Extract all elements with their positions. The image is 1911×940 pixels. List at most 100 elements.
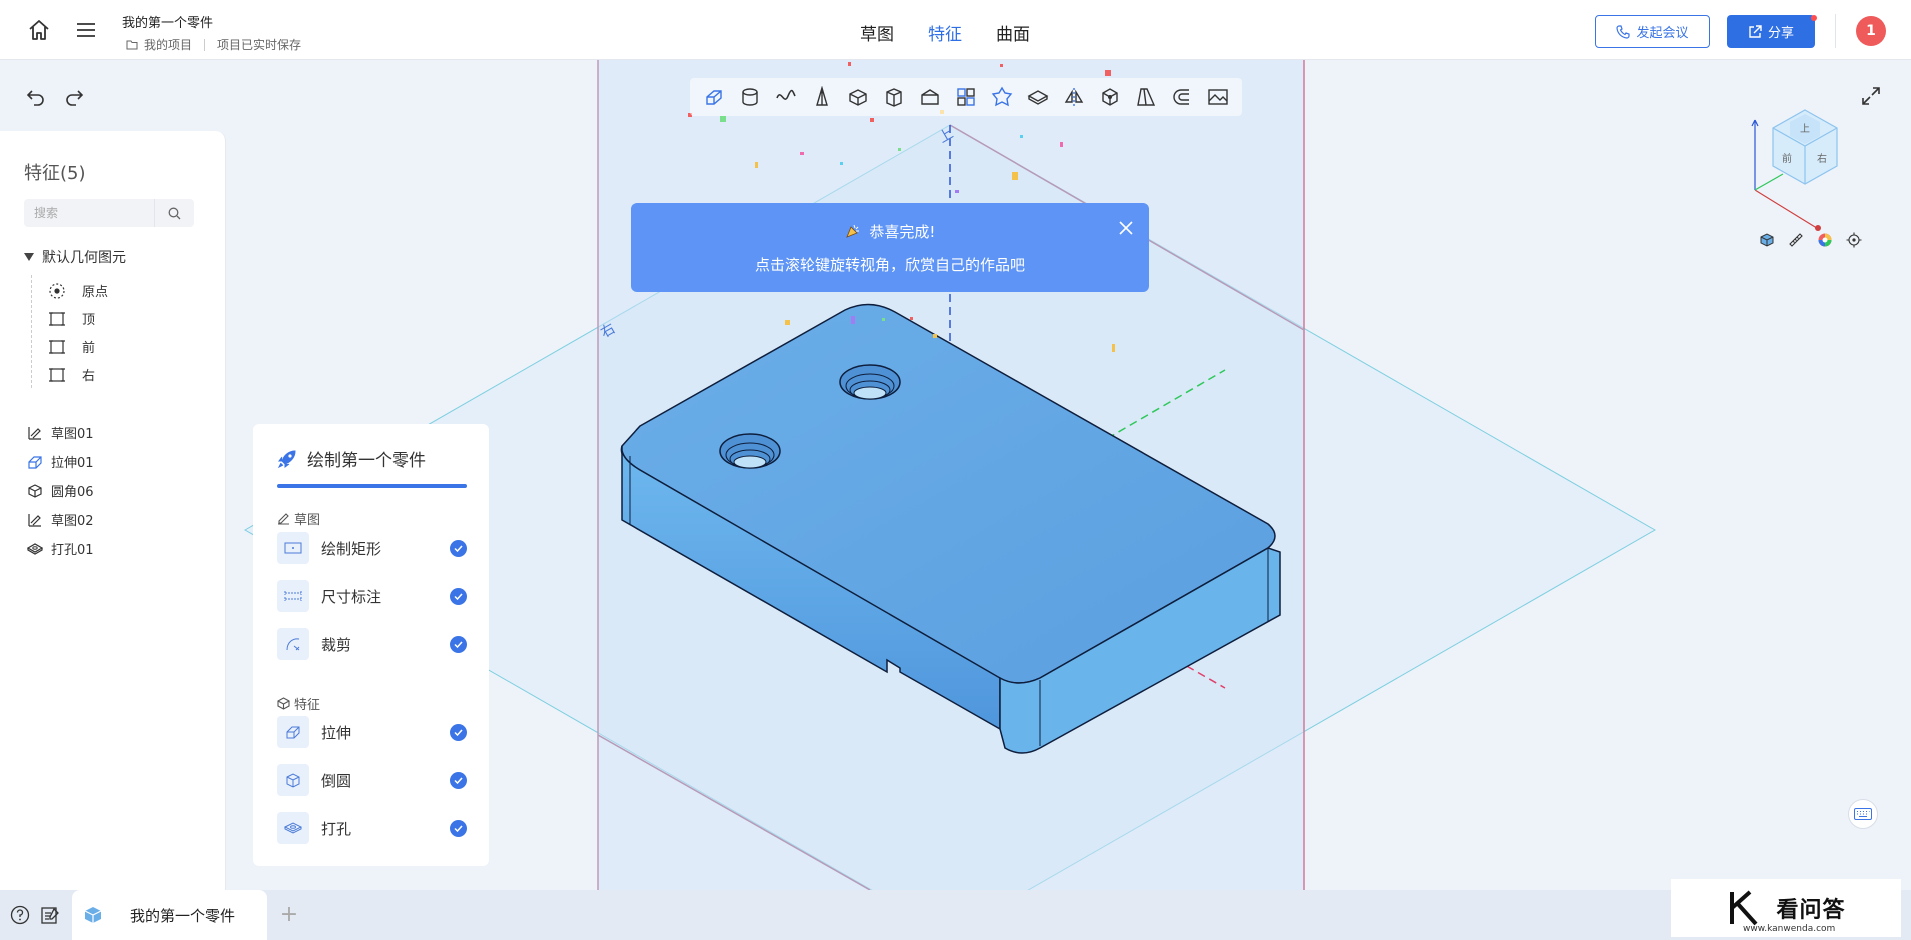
tab-feature[interactable]: 特征 [928,16,962,49]
chamfer-icon[interactable] [1023,82,1053,112]
tutorial-section-feature: 特征 [277,694,320,713]
popup-message: 点击滚轮键旋转视角，欣赏自己的作品吧 [754,256,1025,274]
feature-tree-panel: 特征(5) 默认几何图元 原点 顶 前 右 [0,131,226,890]
tree-item-right[interactable]: 右 [48,365,95,384]
tutorial-step-trim[interactable]: 裁剪 [277,628,467,660]
tab-sketch[interactable]: 草图 [860,16,894,49]
sweep-icon[interactable] [771,82,801,112]
hole-2[interactable] [839,364,901,400]
color-palette-icon[interactable] [1816,231,1833,248]
tutorial-step-fillet[interactable]: 倒圆 [277,764,467,796]
breadcrumb-divider [204,38,206,51]
bottom-bar: 我的第一个零件 + [0,890,1911,940]
solid-icon[interactable] [1095,82,1125,112]
home-icon[interactable] [27,18,51,42]
menu-icon[interactable] [74,18,98,42]
hole-icon [277,812,309,844]
feature-item-fillet06[interactable]: 圆角06 [27,481,94,500]
pencil-icon [278,513,289,525]
check-icon [450,539,467,557]
display-mode-icon[interactable] [1758,231,1775,248]
notes-icon[interactable] [38,903,62,927]
mirror-icon[interactable] [1059,82,1089,112]
share-notification-dot [1811,15,1817,21]
help-icon[interactable] [8,903,32,927]
draft-icon[interactable] [1131,82,1161,112]
section-label: 草图 [294,513,321,528]
feature-item-sketch01[interactable]: 草图01 [27,423,94,442]
breadcrumb: 我的项目 项目已实时保存 [126,36,301,53]
popup-title: 恭喜完成! [869,223,936,241]
viewcube-front-label: 前 [1782,152,1792,165]
top-bar: 我的第一个零件 我的项目 项目已实时保存 草图 特征 曲面 发起会议 分享 1 [0,0,1911,60]
feature-item-label: 圆角06 [51,485,94,500]
keyboard-icon[interactable] [1848,799,1878,829]
close-icon[interactable] [1117,219,1135,237]
undo-redo-group [24,85,86,109]
share-button[interactable]: 分享 [1727,15,1815,48]
tree-item-origin[interactable]: 原点 [48,281,108,300]
caret-down-icon[interactable] [24,253,34,261]
offset-icon[interactable] [1167,82,1197,112]
step-label: 拉伸 [321,723,352,742]
plane-icon [49,339,65,354]
tree-connector [31,275,32,388]
measure-icon[interactable] [1787,231,1804,248]
doc-title[interactable]: 我的第一个零件 [122,12,213,31]
loft-icon[interactable] [807,82,837,112]
document-tab[interactable]: 我的第一个零件 [72,890,267,940]
dimension-icon [277,580,309,612]
feature-item-sketch02[interactable]: 草图02 [27,510,94,529]
tutorial-step-rectangle[interactable]: 绘制矩形 [277,532,467,564]
cylinder-icon[interactable] [915,82,945,112]
share-label: 分享 [1767,26,1794,41]
feature-tree-title: 特征(5) [24,163,86,184]
tree-item-label: 顶 [82,313,96,328]
undo-icon[interactable] [24,85,48,109]
breadcrumb-project[interactable]: 我的项目 [144,36,192,53]
tree-item-label: 右 [82,369,96,384]
tutorial-step-dimension[interactable]: 尺寸标注 [277,580,467,612]
locate-icon[interactable] [1845,231,1862,248]
step-label: 尺寸标注 [321,587,382,606]
tab-surface[interactable]: 曲面 [996,16,1030,49]
share-icon [1749,24,1762,38]
view-cube[interactable]: 上 前 右 [1745,102,1865,232]
feature-toolbar [690,78,1242,116]
check-icon [450,819,467,837]
extrude-icon [28,455,42,469]
hole-icon [27,542,43,555]
pattern-icon[interactable] [951,82,981,112]
default-geometry-group[interactable]: 默认几何图元 [24,247,126,267]
extrude-icon[interactable] [699,82,729,112]
revolve-icon[interactable] [735,82,765,112]
tutorial-progress-bar [277,484,467,488]
box-icon[interactable] [879,82,909,112]
shell-icon[interactable] [843,82,873,112]
search-input[interactable] [24,199,154,227]
feature-search [24,199,194,227]
tree-item-top[interactable]: 顶 [48,309,95,328]
tutorial-step-hole[interactable]: 打孔 [277,812,467,844]
feature-item-extrude01[interactable]: 拉伸01 [27,452,94,471]
avatar[interactable]: 1 [1856,16,1886,46]
add-tab-button[interactable]: + [277,902,301,927]
hole-1[interactable] [719,433,781,469]
check-icon [450,587,467,605]
tutorial-step-extrude[interactable]: 拉伸 [277,716,467,748]
watermark-logo: 看问答 www.kanwenda.com [1671,879,1901,937]
fillet-icon[interactable] [987,82,1017,112]
phone-icon [1616,24,1631,39]
viewcube-right-label: 右 [1817,152,1827,165]
start-meeting-button[interactable]: 发起会议 [1595,15,1710,48]
feature-item-label: 草图02 [51,514,94,529]
tree-item-front[interactable]: 前 [48,337,95,356]
section-label: 特征 [294,698,321,713]
feature-item-hole01[interactable]: 打孔01 [27,539,94,558]
extrude-icon [277,716,309,748]
tutorial-panel: 绘制第一个零件 草图 绘制矩形 尺寸标注 裁剪 特征 拉伸 倒圆 打孔 [253,424,489,866]
redo-icon[interactable] [62,85,86,109]
search-icon[interactable] [154,199,194,227]
image-icon[interactable] [1203,82,1233,112]
fillet-icon [277,764,309,796]
